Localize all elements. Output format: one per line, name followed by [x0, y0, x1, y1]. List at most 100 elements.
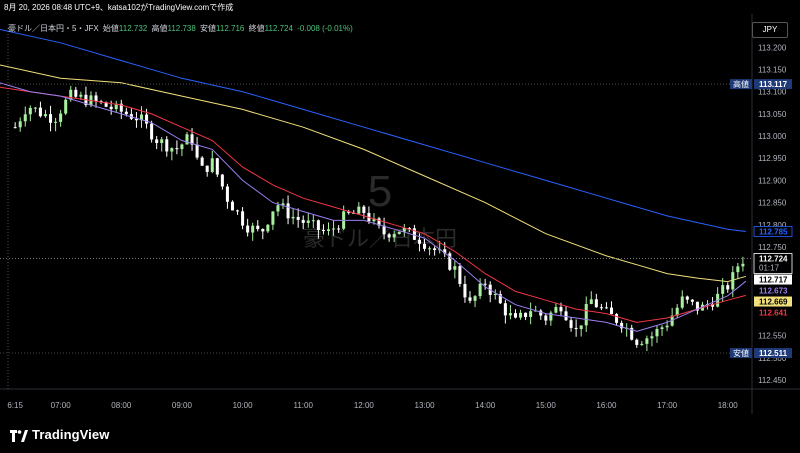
candle-body — [109, 106, 113, 110]
candle-body — [574, 327, 578, 330]
candle-body — [286, 203, 290, 219]
legend-symbol[interactable]: 豪ドル／日本円・5・JFX — [8, 24, 99, 33]
candle-body — [357, 206, 361, 214]
candle-body — [266, 224, 270, 232]
candle-body — [74, 89, 78, 97]
candle-body — [311, 220, 315, 222]
candle-body — [326, 229, 331, 231]
x-tick-label: 13:00 — [415, 401, 436, 410]
candle-body — [554, 306, 558, 313]
candle-body — [453, 266, 457, 270]
candle-body — [205, 165, 209, 172]
candle-body — [680, 296, 684, 308]
tradingview-logo-icon — [10, 429, 28, 442]
candle-body — [736, 266, 740, 273]
legend-open-label: 始値 — [102, 24, 119, 33]
candle-body — [609, 307, 614, 315]
x-tick-label: 17:00 — [657, 401, 678, 410]
watermark-interval: 5 — [368, 167, 392, 216]
candle-body — [49, 114, 53, 123]
candle-body — [726, 285, 730, 290]
legend-high-label: 高値 — [151, 24, 168, 33]
candle-body — [246, 225, 250, 233]
candle-body — [64, 99, 68, 114]
price-tag-value: 112.724 — [759, 255, 788, 264]
candle-body — [43, 114, 47, 117]
candle-body — [615, 314, 619, 323]
candle-body — [276, 205, 280, 212]
candle-body — [180, 144, 184, 150]
x-tick-label: 15:00 — [536, 401, 557, 410]
ohlc-legend: 豪ドル／日本円・5・JFX 始値112.732 高値112.738 安値112.… — [8, 23, 355, 34]
y-tick-label: 113.050 — [758, 110, 787, 119]
candle-body — [397, 231, 401, 235]
candle-body — [160, 139, 164, 144]
candle-body — [604, 307, 608, 309]
x-tick-label: 08:00 — [111, 401, 132, 410]
candle-body — [301, 219, 305, 223]
candle-body — [362, 206, 366, 213]
candle-body — [59, 113, 63, 122]
legend-close-label: 終値 — [248, 24, 265, 33]
candle-body — [251, 225, 255, 233]
x-tick-label: 12:00 — [354, 401, 375, 410]
candle-body — [640, 343, 644, 345]
candle-body — [321, 230, 325, 232]
candle-body — [150, 123, 154, 140]
candle-body — [599, 307, 603, 309]
candle-body — [33, 107, 37, 109]
legend-close-value: 112.724 — [264, 24, 293, 33]
candle-body — [124, 111, 128, 115]
candle-body — [473, 296, 477, 301]
legend-low-label: 安値 — [200, 24, 217, 33]
legend-change: -0.008 (-0.01%) — [297, 24, 353, 33]
tradingview-logo[interactable]: TradingView — [10, 427, 109, 442]
y-tick-label: 112.450 — [758, 376, 787, 385]
legend-low-value: 112.716 — [216, 24, 245, 33]
candle-body — [337, 228, 341, 230]
x-tick-label: 16:00 — [596, 401, 617, 410]
candle-body — [23, 114, 27, 122]
candle-body — [529, 311, 533, 317]
candle-body — [721, 285, 725, 294]
chart-plot-area[interactable]: 5 豪ドル／日本円 113.200 113.150 113.100 113.050 113.… — [0, 14, 800, 414]
price-tag-value: 112.717 — [759, 276, 788, 285]
candle-body — [185, 134, 189, 145]
candle-body — [660, 327, 664, 330]
price-tag-value: 113.117 — [759, 80, 788, 89]
candle-body — [508, 313, 512, 316]
candle-body — [79, 94, 83, 97]
candle-body — [589, 299, 593, 305]
candle-body — [225, 186, 229, 202]
price-chart-svg[interactable]: 5豪ドル／日本円113.200113.150113.100113.050113.… — [0, 14, 800, 414]
x-tick-label: 6:15 — [7, 401, 23, 410]
candle-body — [559, 306, 563, 312]
candle-body — [332, 228, 336, 230]
candle-body — [175, 148, 179, 150]
candle-body — [483, 283, 487, 285]
candle-body — [271, 211, 275, 225]
candle-body — [665, 325, 669, 328]
candle-body — [210, 158, 214, 172]
candle-body — [685, 296, 689, 300]
currency-button[interactable]: JPY — [752, 22, 788, 38]
candle-body — [433, 248, 437, 251]
candle-body — [392, 234, 396, 238]
candle-body — [524, 312, 528, 317]
candle-body — [544, 315, 548, 321]
price-tag-label: 高値 — [733, 79, 749, 89]
price-tag-value: 112.511 — [759, 349, 788, 358]
candle-body — [170, 148, 174, 152]
legend-high-value: 112.738 — [167, 24, 196, 33]
y-tick-label: 112.900 — [758, 176, 787, 185]
candle-body — [463, 283, 467, 298]
candle-body — [230, 201, 234, 211]
candle-body — [165, 139, 169, 152]
candle-body — [241, 211, 245, 226]
candle-body — [569, 320, 573, 328]
candle-body — [316, 220, 320, 231]
candle-body — [731, 272, 735, 290]
candle-body — [584, 304, 588, 326]
price-tag-value: 112.673 — [759, 287, 788, 296]
candle-body — [690, 299, 694, 302]
